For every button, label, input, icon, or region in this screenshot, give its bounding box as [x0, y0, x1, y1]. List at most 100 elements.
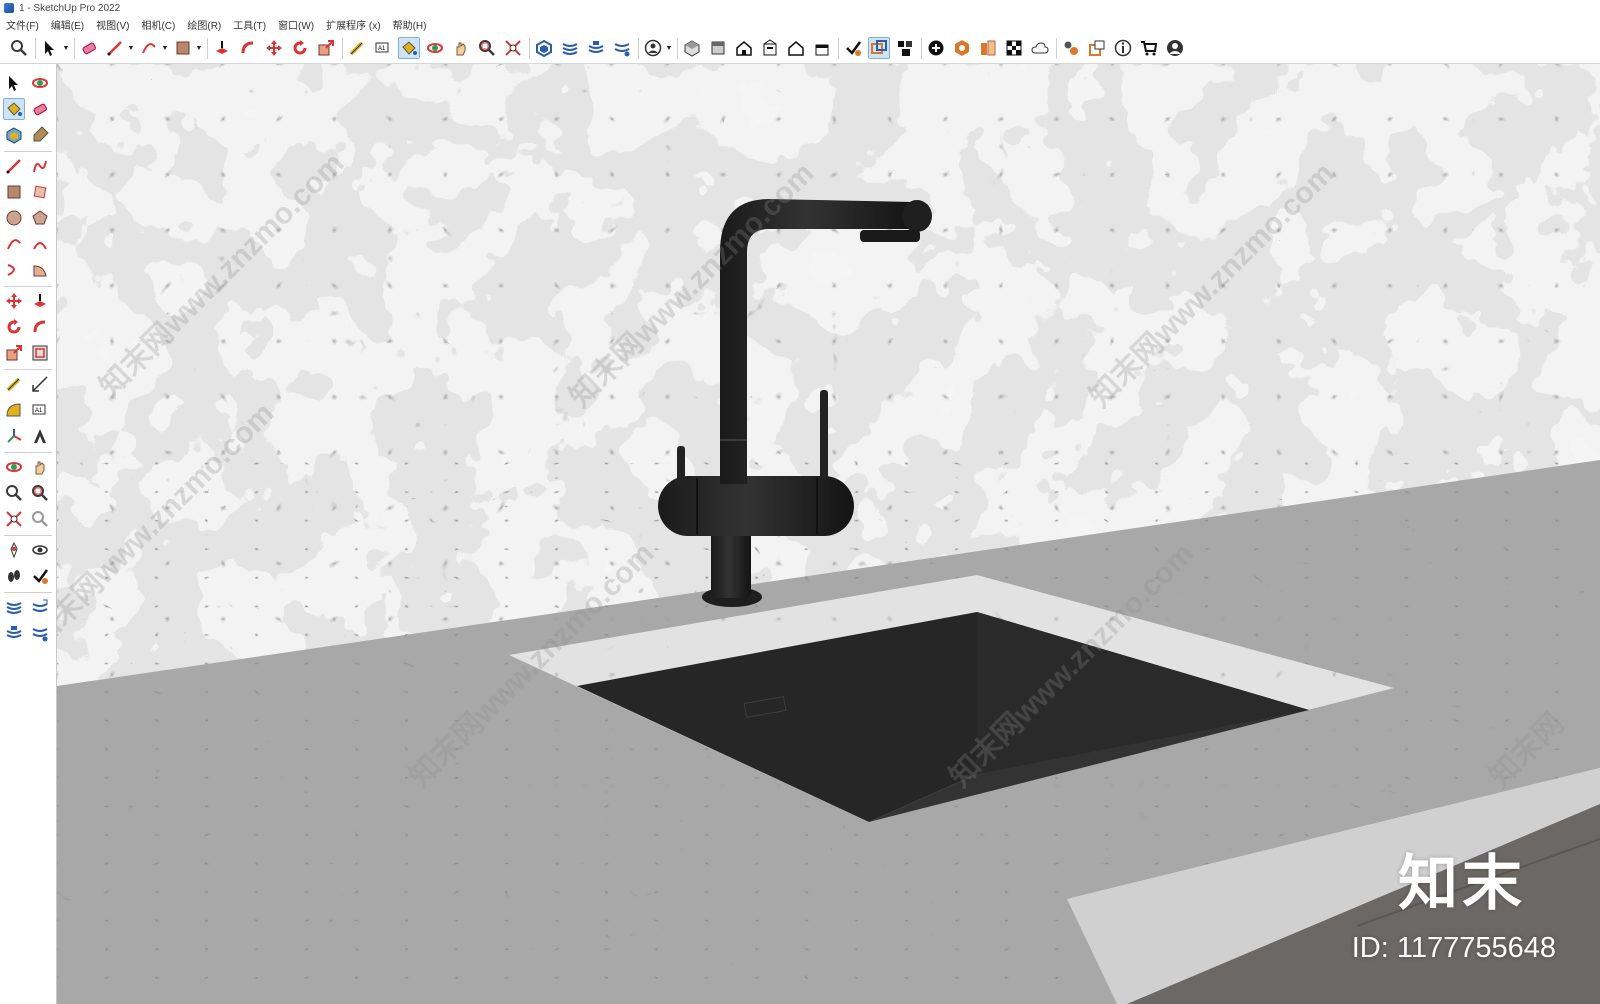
menu-item[interactable]: 工具(T) — [227, 17, 272, 32]
chevron-down-icon[interactable]: ▼ — [127, 37, 135, 59]
section-plane-button[interactable] — [842, 37, 864, 59]
tape-measure-button[interactable] — [346, 37, 368, 59]
arc-button[interactable] — [138, 37, 160, 59]
dimension-button[interactable] — [29, 373, 51, 395]
sandbox-smooth-button[interactable] — [29, 596, 51, 618]
pencil-line-button[interactable] — [104, 37, 126, 59]
chevron-down-icon[interactable]: ▼ — [62, 37, 70, 59]
look-around-button[interactable] — [29, 539, 51, 561]
polygon-button[interactable] — [29, 207, 51, 229]
move-button[interactable] — [3, 290, 25, 312]
pan-button[interactable] — [29, 456, 51, 478]
info-button[interactable] — [1112, 37, 1134, 59]
three-point-arc-button[interactable] — [3, 259, 25, 281]
section-plane-button[interactable] — [29, 565, 51, 587]
user-account-button[interactable] — [642, 37, 664, 59]
add-location-button[interactable] — [925, 37, 947, 59]
arc-button[interactable] — [3, 233, 25, 255]
section-fill-button[interactable] — [894, 37, 916, 59]
rectangle-button[interactable] — [3, 181, 25, 203]
back-view-button[interactable] — [785, 37, 807, 59]
rotate-button[interactable] — [289, 37, 311, 59]
axes-button[interactable] — [3, 425, 25, 447]
zoom-extents-button[interactable] — [502, 37, 524, 59]
paint-bucket-button[interactable] — [3, 98, 25, 120]
pan-button[interactable] — [450, 37, 472, 59]
circle-button[interactable] — [3, 207, 25, 229]
cloud-button[interactable] — [1029, 37, 1051, 59]
scale-button[interactable] — [3, 342, 25, 364]
rotate-button[interactable] — [3, 316, 25, 338]
orbit2-button[interactable] — [3, 456, 25, 478]
push-pull-button[interactable] — [29, 290, 51, 312]
left-view-button[interactable] — [811, 37, 833, 59]
select-button[interactable] — [3, 72, 25, 94]
walk-button[interactable] — [3, 565, 25, 587]
menu-item[interactable]: 帮助(H) — [387, 17, 433, 32]
zoom-window-button[interactable] — [29, 482, 51, 504]
sandbox-stamp-button[interactable] — [585, 37, 607, 59]
zoom-button[interactable] — [3, 482, 25, 504]
select-button[interactable] — [39, 37, 61, 59]
paint-bucket-button[interactable] — [398, 37, 420, 59]
menu-item[interactable]: 绘图(R) — [181, 17, 227, 32]
top-view-button[interactable] — [707, 37, 729, 59]
warehouse-button[interactable] — [533, 37, 555, 59]
sandbox-button[interactable] — [559, 37, 581, 59]
geo-button[interactable] — [951, 37, 973, 59]
sandbox-flip-button[interactable] — [611, 37, 633, 59]
eraser-button[interactable] — [29, 98, 51, 120]
move-button[interactable] — [263, 37, 285, 59]
pencil-line-button[interactable] — [3, 155, 25, 177]
push-pull-button[interactable] — [211, 37, 233, 59]
menu-item[interactable]: 视图(V) — [90, 17, 135, 32]
eraser-button[interactable] — [78, 37, 100, 59]
checker-button[interactable] — [1003, 37, 1025, 59]
pie-button[interactable] — [29, 259, 51, 281]
photo-texture-button[interactable] — [977, 37, 999, 59]
profile-button[interactable] — [1164, 37, 1186, 59]
tag-button[interactable] — [29, 124, 51, 146]
menu-item[interactable]: 编辑(E) — [45, 17, 90, 32]
text-button[interactable]: A1 — [372, 37, 394, 59]
zoom-extents-button[interactable] — [3, 508, 25, 530]
menu-item[interactable]: 扩展程序 (x) — [320, 17, 386, 32]
3d-text-button[interactable] — [29, 425, 51, 447]
sandbox-stamp-button[interactable] — [3, 622, 25, 644]
two-point-arc-button[interactable] — [29, 233, 51, 255]
rectangle-button[interactable] — [172, 37, 194, 59]
extension-manager-button[interactable] — [1060, 37, 1082, 59]
section-display-button[interactable] — [868, 37, 890, 59]
zoom-button[interactable] — [8, 37, 30, 59]
text-button[interactable]: A1 — [29, 399, 51, 421]
menu-item[interactable]: 文件(F) — [0, 17, 45, 32]
front-view-button[interactable] — [733, 37, 755, 59]
offset-button[interactable] — [29, 342, 51, 364]
tape-measure-button[interactable] — [3, 373, 25, 395]
chevron-down-icon[interactable]: ▼ — [195, 37, 203, 59]
component-button[interactable] — [3, 124, 25, 146]
iso-view-button[interactable] — [681, 37, 703, 59]
previous-view-button[interactable] — [29, 508, 51, 530]
chevron-down-icon[interactable]: ▼ — [665, 37, 673, 59]
position-camera-button[interactable] — [3, 539, 25, 561]
follow-me-button[interactable] — [237, 37, 259, 59]
cart-button[interactable] — [1138, 37, 1160, 59]
rotated-rectangle-button[interactable] — [29, 181, 51, 203]
menu-item[interactable]: 相机(C) — [135, 17, 181, 32]
sandbox-flip-button[interactable] — [29, 622, 51, 644]
chevron-down-icon[interactable]: ▼ — [161, 37, 169, 59]
follow-me-button[interactable] — [29, 316, 51, 338]
orbit-button[interactable] — [424, 37, 446, 59]
orbit-button[interactable] — [29, 72, 51, 94]
freehand-button[interactable] — [29, 155, 51, 177]
menu-item[interactable]: 窗口(W) — [272, 17, 320, 32]
tape-measure-icon — [348, 39, 366, 57]
sandbox-button[interactable] — [3, 596, 25, 618]
model-viewport[interactable]: 知末网www.znzmo.com 知末网www.znzmo.com 知末网www… — [57, 64, 1600, 1004]
zoom-window-button[interactable] — [476, 37, 498, 59]
protractor-button[interactable] — [3, 399, 25, 421]
scale-button[interactable] — [315, 37, 337, 59]
layout-send-button[interactable] — [1086, 37, 1108, 59]
right-view-button[interactable] — [759, 37, 781, 59]
